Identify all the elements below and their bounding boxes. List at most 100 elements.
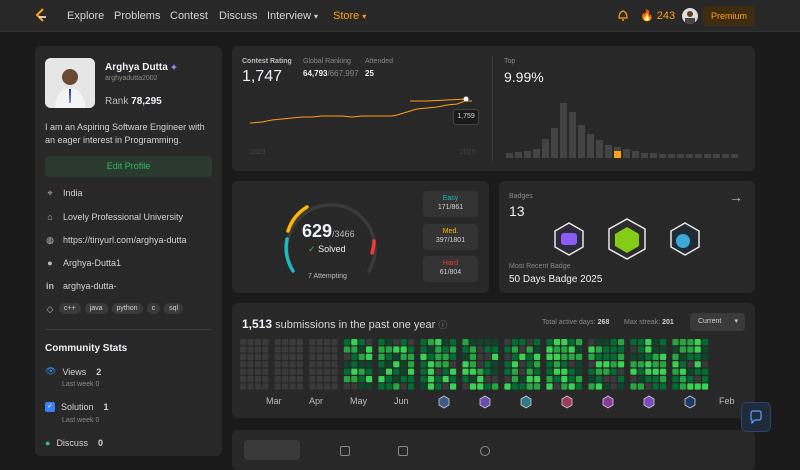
heatmap-cell[interactable]	[588, 339, 595, 346]
heatmap-cell[interactable]	[324, 339, 331, 346]
heatmap-cell[interactable]	[254, 383, 261, 390]
heatmap-cell[interactable]	[462, 339, 469, 346]
edit-profile-button[interactable]: Edit Profile	[45, 156, 212, 177]
heatmap-cell[interactable]	[309, 376, 316, 383]
heatmap-cell[interactable]	[645, 339, 652, 346]
heatmap-cell[interactable]	[358, 361, 365, 368]
heatmap-cell[interactable]	[694, 353, 701, 360]
heatmap-cell[interactable]	[694, 339, 701, 346]
heatmap-cell[interactable]	[240, 361, 247, 368]
badge-icon[interactable]	[608, 218, 646, 260]
heatmap-cell[interactable]	[469, 339, 476, 346]
heatmap-cell[interactable]	[420, 339, 427, 346]
skill-tag[interactable]: c	[146, 303, 161, 314]
heatmap-cell[interactable]	[679, 353, 686, 360]
heatmap-cell[interactable]	[254, 346, 261, 353]
heatmap-cell[interactable]	[262, 361, 269, 368]
heatmap-cell[interactable]	[694, 376, 701, 383]
heatmap-cell[interactable]	[358, 376, 365, 383]
heatmap-cell[interactable]	[296, 346, 303, 353]
heatmap-cell[interactable]	[519, 339, 526, 346]
heatmap-cell[interactable]	[262, 353, 269, 360]
heatmap-cell[interactable]	[282, 376, 289, 383]
heatmap-cell[interactable]	[316, 368, 323, 375]
heatmap-cell[interactable]	[296, 361, 303, 368]
heatmap-cell[interactable]	[595, 346, 602, 353]
heatmap-cell[interactable]	[504, 383, 511, 390]
heatmap-cell[interactable]	[247, 368, 254, 375]
heatmap-cell[interactable]	[331, 346, 338, 353]
heatmap-cell[interactable]	[385, 368, 392, 375]
heatmap-cell[interactable]	[511, 339, 518, 346]
heatmap-cell[interactable]	[366, 376, 373, 383]
heatmap-cell[interactable]	[618, 376, 625, 383]
heatmap-cell[interactable]	[435, 353, 442, 360]
heatmap-cell[interactable]	[282, 361, 289, 368]
heatmap-cell[interactable]	[262, 376, 269, 383]
heatmap-cell[interactable]	[282, 383, 289, 390]
heatmap-cell[interactable]	[393, 376, 400, 383]
skill-tag[interactable]: sql	[164, 303, 184, 314]
website-link[interactable]: https://tinyurl.com/arghya-dutta	[63, 235, 187, 245]
website-row[interactable]: ◍ https://tinyurl.com/arghya-dutta	[45, 235, 187, 245]
heatmap-cell[interactable]	[420, 376, 427, 383]
heatmap-cell[interactable]	[553, 339, 560, 346]
heatmap-cell[interactable]	[296, 339, 303, 346]
heatmap-cell[interactable]	[511, 376, 518, 383]
heatmap-cell[interactable]	[534, 339, 541, 346]
heatmap-cell[interactable]	[595, 361, 602, 368]
heatmap-cell[interactable]	[519, 361, 526, 368]
heatmap-cell[interactable]	[469, 383, 476, 390]
heatmap-cell[interactable]	[553, 361, 560, 368]
nav-store[interactable]: Store ▾	[333, 10, 366, 22]
heatmap-cell[interactable]	[331, 368, 338, 375]
skill-tag[interactable]: java	[84, 303, 108, 314]
heatmap-cell[interactable]	[469, 361, 476, 368]
heatmap-cell[interactable]	[492, 339, 499, 346]
badge-icon[interactable]	[670, 222, 700, 256]
heatmap-cell[interactable]	[576, 383, 583, 390]
heatmap-cell[interactable]	[672, 368, 679, 375]
heatmap-cell[interactable]	[289, 346, 296, 353]
heatmap-cell[interactable]	[435, 346, 442, 353]
heatmap-cell[interactable]	[618, 339, 625, 346]
heatmap-cell[interactable]	[331, 361, 338, 368]
heatmap-cell[interactable]	[553, 383, 560, 390]
heatmap-cell[interactable]	[366, 361, 373, 368]
heatmap-cell[interactable]	[687, 383, 694, 390]
heatmap-cell[interactable]	[660, 376, 667, 383]
heatmap-cell[interactable]	[282, 353, 289, 360]
heatmap-cell[interactable]	[492, 346, 499, 353]
skill-tag[interactable]: python	[111, 303, 143, 314]
heatmap-cell[interactable]	[484, 339, 491, 346]
heatmap-cell[interactable]	[595, 339, 602, 346]
heatmap-cell[interactable]	[262, 368, 269, 375]
heatmap-cell[interactable]	[240, 339, 247, 346]
heatmap-cell[interactable]	[274, 368, 281, 375]
heatmap-cell[interactable]	[484, 383, 491, 390]
heatmap-cell[interactable]	[408, 346, 415, 353]
heatmap-cell[interactable]	[274, 346, 281, 353]
heatmap-cell[interactable]	[652, 346, 659, 353]
heatmap-cell[interactable]	[588, 353, 595, 360]
skill-tag[interactable]: c++	[59, 303, 81, 314]
heatmap-cell[interactable]	[378, 361, 385, 368]
heatmap-cell[interactable]	[561, 368, 568, 375]
heatmap-cell[interactable]	[385, 361, 392, 368]
heatmap-cell[interactable]	[366, 339, 373, 346]
nav-explore[interactable]: Explore	[67, 10, 104, 22]
heatmap-cell[interactable]	[534, 353, 541, 360]
heatmap-cell[interactable]	[694, 368, 701, 375]
heatmap-cell[interactable]	[408, 361, 415, 368]
heatmap-cell[interactable]	[408, 383, 415, 390]
heatmap-cell[interactable]	[595, 376, 602, 383]
heatmap-cell[interactable]	[420, 361, 427, 368]
heatmap-cell[interactable]	[469, 353, 476, 360]
heatmap-cell[interactable]	[378, 368, 385, 375]
heatmap-cell[interactable]	[660, 339, 667, 346]
heatmap-cell[interactable]	[469, 368, 476, 375]
heatmap-cell[interactable]	[393, 383, 400, 390]
heatmap-cell[interactable]	[462, 368, 469, 375]
leetcode-logo[interactable]	[32, 7, 50, 25]
heatmap-cell[interactable]	[274, 376, 281, 383]
